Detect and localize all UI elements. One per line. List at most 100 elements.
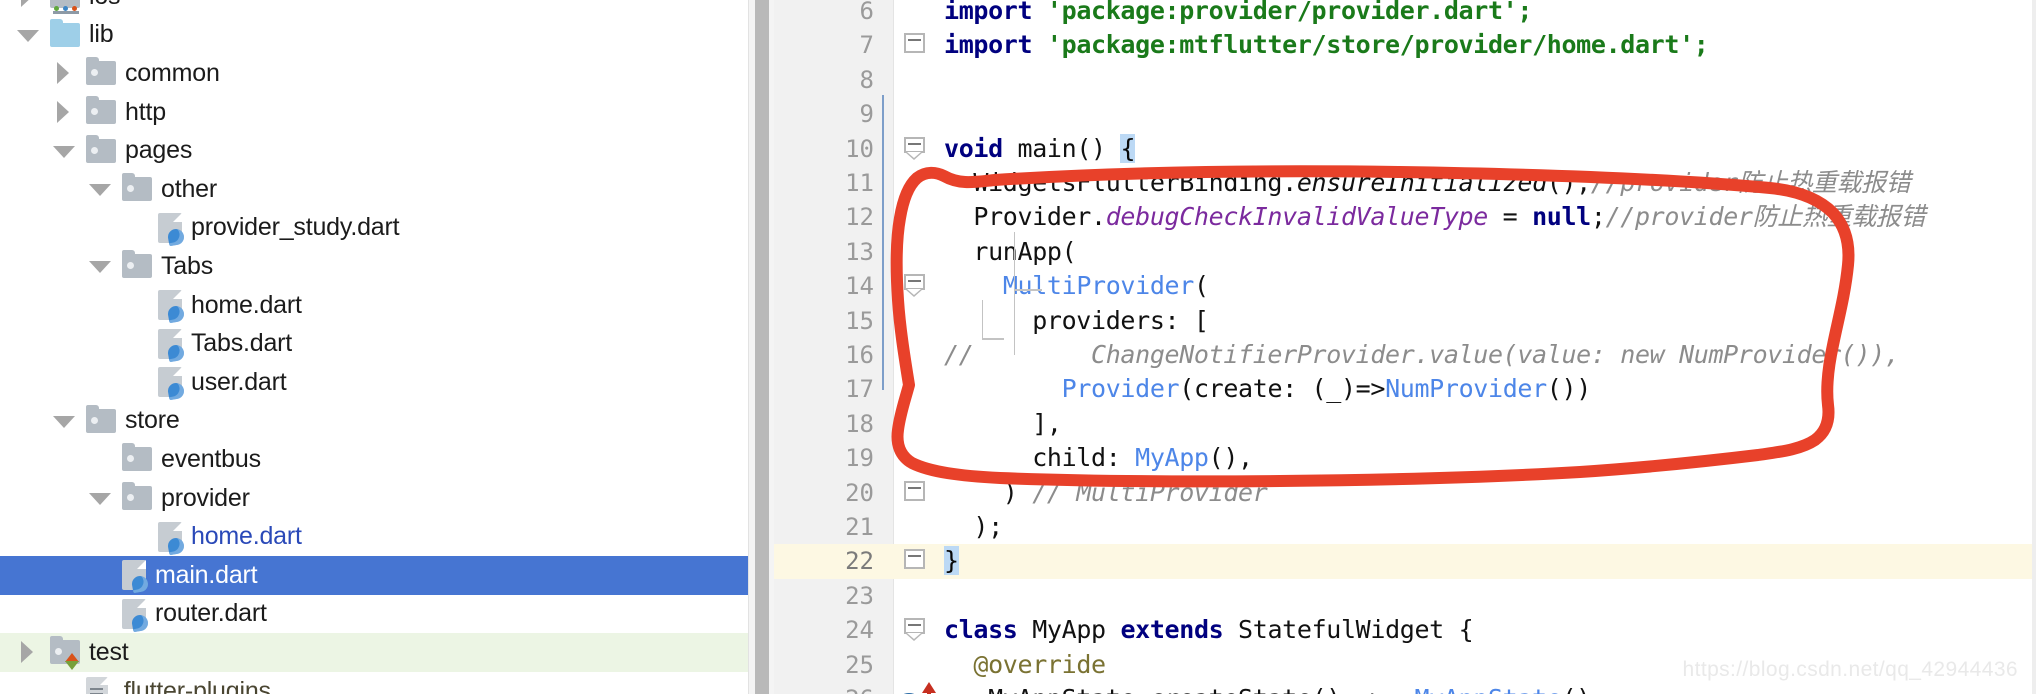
code-line[interactable]: 10 void main() { — [774, 132, 2036, 166]
tree-row[interactable]: ios — [0, 0, 748, 16]
code-line[interactable]: 8 — [774, 63, 2036, 97]
twisty-placeholder — [86, 446, 112, 472]
project-tree-scrollbar[interactable] — [748, 0, 774, 694]
line-number: 23 — [845, 581, 874, 610]
tree-row[interactable]: test — [0, 633, 748, 672]
line-code[interactable]: @override — [944, 648, 1106, 682]
chevron-right-icon[interactable] — [50, 99, 76, 125]
code-line[interactable]: 7 import 'package:mtflutter/store/provide… — [774, 28, 2036, 62]
tree-row[interactable]: http — [0, 93, 748, 132]
line-code[interactable]: MultiProvider( — [944, 269, 1209, 303]
line-code[interactable]: void main() { — [944, 132, 1135, 166]
code-line[interactable]: 24 class MyApp extends StatefulWidget { — [774, 613, 2036, 647]
line-number: 12 — [845, 203, 874, 232]
code-line[interactable]: 17 Provider(create: (_)=>NumProvider()) — [774, 372, 2036, 406]
folder-icon — [86, 96, 116, 125]
project-tree-panel[interactable]: ios lib common http pages other provider_study… — [0, 0, 748, 694]
tree-indent-spacer — [0, 536, 122, 537]
tree-indent-spacer — [0, 420, 50, 421]
chevron-right-icon[interactable] — [50, 60, 76, 86]
tree-row[interactable]: router.dart — [0, 595, 748, 634]
line-code[interactable]: _MyAppState createState() => _MyAppState… — [944, 682, 1606, 694]
chevron-down-icon[interactable] — [14, 22, 40, 48]
dart-file-icon — [158, 367, 182, 398]
fold-collapse-icon[interactable] — [904, 549, 927, 572]
code-line[interactable]: 23 — [774, 579, 2036, 613]
code-line[interactable]: 18 ], — [774, 407, 2036, 441]
tree-row[interactable]: pages — [0, 131, 748, 170]
line-code[interactable]: ); — [944, 510, 1003, 544]
tree-indent-spacer — [0, 305, 122, 306]
line-code[interactable]: ], — [944, 407, 1062, 441]
fold-collapse-icon[interactable] — [904, 136, 927, 160]
twisty-placeholder — [122, 292, 148, 318]
line-code[interactable]: class MyApp extends StatefulWidget { — [944, 613, 1474, 647]
code-line[interactable]: 22} — [774, 544, 2036, 579]
tree-row-label: provider — [161, 483, 250, 512]
tree-row[interactable]: Tabs.dart — [0, 324, 748, 363]
tree-row[interactable]: provider_study.dart — [0, 209, 748, 248]
fold-collapse-icon[interactable] — [904, 274, 927, 298]
chevron-down-icon[interactable] — [50, 408, 76, 434]
code-line[interactable]: 11 WidgetsFlutterBinding.ensureInitializ… — [774, 166, 2036, 200]
code-line[interactable]: 16 // ChangeNotifierProvider.value(value:… — [774, 338, 2036, 372]
override-method-icon[interactable] — [898, 682, 952, 694]
line-code[interactable]: ) // MultiProvider — [944, 476, 1268, 510]
line-code[interactable]: runApp( — [944, 235, 1076, 269]
line-code[interactable]: // ChangeNotifierProvider.value(value: n… — [944, 338, 1900, 372]
dart-file-icon — [158, 328, 182, 359]
code-line[interactable]: 6 import 'package:provider/provider.dart'… — [774, 0, 2036, 28]
tree-row-label: ios — [89, 0, 121, 9]
chevron-right-icon[interactable] — [14, 0, 40, 9]
tree-row[interactable]: provider — [0, 479, 748, 518]
line-number: 19 — [845, 444, 874, 473]
code-line[interactable]: 15 providers: [ — [774, 304, 2036, 338]
tree-row[interactable]: lib — [0, 16, 748, 55]
line-code[interactable]: Provider(create: (_)=>NumProvider()) — [944, 372, 1592, 406]
editor-code-area[interactable]: 6 import 'package:provider/provider.dart'… — [774, 0, 2036, 694]
code-line[interactable]: 19 child: MyApp(), — [774, 441, 2036, 475]
tree-row[interactable]: store — [0, 402, 748, 441]
fold-collapse-icon[interactable] — [904, 618, 927, 642]
line-code[interactable]: Provider.debugCheckInvalidValueType = nu… — [944, 200, 1925, 234]
line-code[interactable]: import 'package:provider/provider.dart'; — [944, 0, 1532, 28]
code-line[interactable]: 21 ); — [774, 510, 2036, 544]
chevron-right-icon[interactable] — [14, 639, 40, 665]
text-file-icon — [86, 677, 108, 694]
code-line[interactable]: 14 MultiProvider( — [774, 269, 2036, 303]
code-line[interactable]: 26 _MyAppState createState() => _MyAppSt… — [774, 682, 2036, 694]
scrollbar-thumb[interactable] — [755, 0, 769, 694]
chevron-down-icon[interactable] — [86, 485, 112, 511]
code-line[interactable]: 12 Provider.debugCheckInvalidValueType =… — [774, 200, 2036, 234]
tree-row[interactable]: home.dart — [0, 286, 748, 325]
tree-row[interactable]: common — [0, 54, 748, 93]
tree-row[interactable]: other — [0, 170, 748, 209]
code-editor[interactable]: 6 import 'package:provider/provider.dart'… — [774, 0, 2036, 694]
tree-row-label: Tabs.dart — [191, 329, 293, 358]
tree-indent-spacer — [0, 652, 14, 653]
tree-row[interactable]: Tabs — [0, 247, 748, 286]
tree-row-label: main.dart — [155, 560, 258, 589]
chevron-down-icon[interactable] — [50, 138, 76, 164]
fold-collapse-icon[interactable] — [904, 33, 927, 56]
code-line[interactable]: 9 — [774, 97, 2036, 131]
chevron-down-icon[interactable] — [86, 253, 112, 279]
code-line[interactable]: 13 runApp( — [774, 235, 2036, 269]
code-line[interactable]: 20 ) // MultiProvider — [774, 476, 2036, 510]
tree-row[interactable]: main.dart — [0, 556, 748, 595]
line-code[interactable]: providers: [ — [944, 304, 1209, 338]
line-code[interactable]: child: MyApp(), — [944, 441, 1253, 475]
fold-collapse-icon[interactable] — [904, 480, 927, 504]
tree-row[interactable]: user.dart — [0, 363, 748, 402]
tree-row-label: .flutter-plugins — [117, 676, 271, 694]
tree-indent-spacer — [0, 112, 50, 113]
tree-row[interactable]: .flutter-plugins — [0, 672, 748, 694]
line-code[interactable]: WidgetsFlutterBinding.ensureInitialized(… — [944, 166, 1910, 200]
chevron-down-icon[interactable] — [86, 176, 112, 202]
tree-row-label: provider_study.dart — [191, 213, 400, 242]
folder-icon — [86, 57, 116, 86]
tree-row[interactable]: eventbus — [0, 440, 748, 479]
tree-row[interactable]: home.dart — [0, 517, 748, 556]
line-code[interactable]: import 'package:mtflutter/store/provider… — [944, 28, 1709, 62]
line-code[interactable]: } — [944, 544, 959, 578]
